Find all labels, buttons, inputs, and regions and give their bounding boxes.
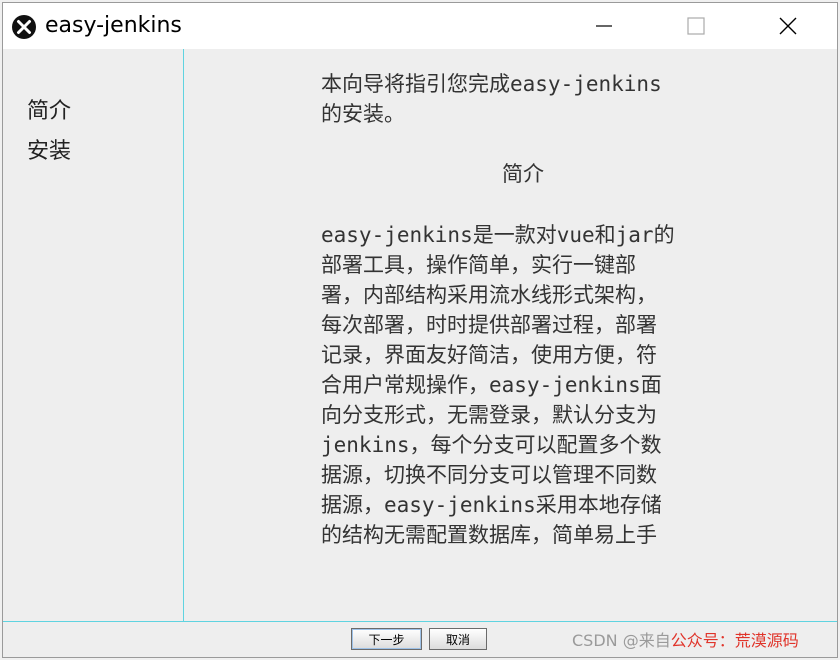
app-logo-icon xyxy=(12,15,36,39)
watermark-prefix: CSDN @来自 xyxy=(572,631,671,650)
description-line: 向分支形式，无需登录，默认分支为 xyxy=(321,403,657,427)
section-heading: 简介 xyxy=(502,162,544,186)
watermark: CSDN @来自公众号：荒漠源码 xyxy=(572,627,799,651)
description-text: easy-jenkins是一款对vue和jar的 部署工具，操作简单，实行一键部… xyxy=(321,220,725,550)
step-sidebar: 简介 安装 xyxy=(3,49,184,621)
description-line: 部署工具，操作简单，实行一键部 xyxy=(321,253,636,277)
maximize-icon xyxy=(687,17,705,35)
description-line: 据源，easy-jenkins采用本地存储 xyxy=(321,493,662,517)
description-line: 据源，切换不同分支可以管理不同数 xyxy=(321,463,657,487)
description-line: 合用户常规操作，easy-jenkins面 xyxy=(321,373,662,397)
description-line: 的结构无需配置数据库，简单易上手 xyxy=(321,523,657,547)
next-button[interactable]: 下一步 xyxy=(351,628,422,650)
watermark-highlight: 公众号：荒漠源码 xyxy=(670,631,799,650)
minimize-icon xyxy=(596,25,612,27)
description-line: 记录，界面友好简洁，使用方便，符 xyxy=(321,343,657,367)
content-panel: 本向导将指引您完成easy-jenkins 的安装。 简介 easy-jenki… xyxy=(184,49,837,621)
sidebar-item-install[interactable]: 安装 xyxy=(27,133,71,165)
minimize-button[interactable] xyxy=(581,3,627,49)
close-button[interactable] xyxy=(765,3,811,49)
description-line: jenkins，每个分支可以配置多个数 xyxy=(321,433,662,457)
cancel-button[interactable]: 取消 xyxy=(429,628,487,650)
description-line: 署，内部结构采用流水线形式架构， xyxy=(321,283,657,307)
intro-text: 本向导将指引您完成easy-jenkins 的安装。 xyxy=(321,69,725,129)
installer-window: easy-jenkins 简介 安装 本向导将指引您完成easy-jenkins… xyxy=(2,2,838,658)
window-title: easy-jenkins xyxy=(45,13,182,38)
description-line: easy-jenkins是一款对vue和jar的 xyxy=(321,223,675,247)
description-line: 每次部署，时时提供部署过程，部署 xyxy=(321,313,657,337)
sidebar-item-intro[interactable]: 简介 xyxy=(27,93,71,125)
title-bar[interactable]: easy-jenkins xyxy=(3,3,837,49)
intro-line: 的安装。 xyxy=(321,102,405,126)
intro-line: 本向导将指引您完成easy-jenkins xyxy=(321,72,662,96)
maximize-button[interactable] xyxy=(673,3,719,49)
close-icon xyxy=(779,17,797,35)
